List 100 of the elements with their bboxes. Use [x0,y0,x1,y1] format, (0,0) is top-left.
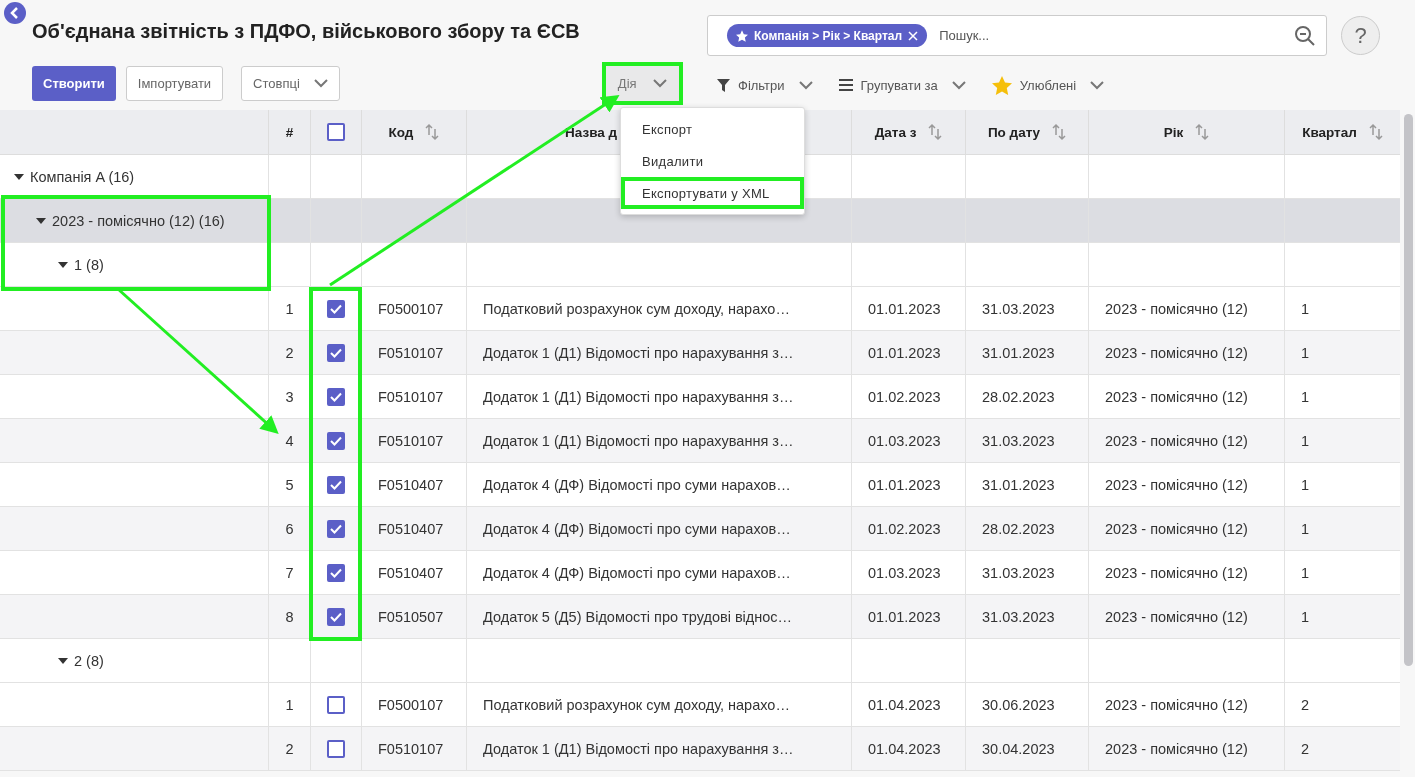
table-cell: Податковий розрахунок сум доходу, нарахо… [466,287,851,330]
table-cell: 2023 - помісячно (12) [1088,551,1284,594]
search-field[interactable]: Компанія > Рік > Квартал Пошук... [707,15,1327,56]
filters-button[interactable]: Фільтри [717,73,813,97]
table-cell: F0510107 [361,727,466,770]
chevron-down-icon [951,80,966,90]
table-cell: 2023 - помісячно (12) [1088,595,1284,638]
checkbox[interactable] [327,739,345,758]
column-header[interactable]: Код [361,110,466,154]
table-cell: 01.01.2023 [851,595,965,638]
star-icon [991,75,1012,95]
table-cell: 6 [268,507,310,550]
table-cell: Додаток 4 (ДФ) Відомості про суми нарахов… [466,551,851,594]
caret-down-icon[interactable] [14,171,24,182]
table-cell: F0510507 [361,595,466,638]
table-cell: 2023 - помісячно (12) [1088,683,1284,726]
table-cell: 31.03.2023 [965,287,1088,330]
checkbox[interactable] [327,475,345,494]
table-cell: 01.03.2023 [851,551,965,594]
table-cell: 2023 - помісячно (12) [1088,375,1284,418]
checkbox[interactable] [327,431,345,450]
table-cell: Податковий розрахунок сум доходу, нарахо… [466,683,851,726]
table-cell: 1 [268,287,310,330]
table-cell: F0510107 [361,375,466,418]
table-cell: F0500107 [361,683,466,726]
help-button[interactable]: ? [1341,16,1380,55]
table-cell: 01.04.2023 [851,683,965,726]
caret-down-icon[interactable] [36,215,46,226]
checkbox[interactable] [327,343,345,362]
table-cell: 01.02.2023 [851,375,965,418]
columns-button[interactable]: Стовпці [241,66,340,101]
table-cell: 01.01.2023 [851,287,965,330]
checkbox[interactable] [327,607,345,626]
checkbox[interactable] [327,299,345,318]
table-cell: 1 [1284,375,1400,418]
table-cell: F0500107 [361,287,466,330]
chevron-left-icon [9,7,21,19]
table-cell: 2 [268,331,310,374]
group-row-label[interactable]: 2 (8) [0,639,268,682]
back-button[interactable] [4,2,26,24]
page-title: Об'єднана звітність з ПДФО, військового збору та ЄСВ [32,20,581,44]
table-cell: 31.03.2023 [965,551,1088,594]
chevron-down-icon [798,80,813,90]
table-cell: F0510407 [361,551,466,594]
chevron-down-icon [313,79,328,88]
search-icon[interactable] [1294,24,1316,47]
table-cell: 1 [1284,551,1400,594]
group-row-label[interactable]: 2023 - помісячно (12) (16) [0,199,268,242]
table-cell: 2 [268,727,310,770]
table-cell: Додаток 1 (Д1) Відомості про нарахування з… [466,727,851,770]
filter-icon [717,78,730,92]
column-header[interactable]: По дату [965,110,1088,154]
table-cell: Додаток 5 (Д5) Відомості про трудові віднос… [466,595,851,638]
create-button[interactable]: Створити [32,66,116,101]
group-row-label[interactable]: Компанія A (16) [0,155,268,198]
checkbox[interactable] [327,695,345,714]
table-cell: 31.03.2023 [965,595,1088,638]
table-cell: Додаток 4 (ДФ) Відомості про суми нарахов… [466,507,851,550]
table-cell: 01.01.2023 [851,463,965,506]
table-cell: 7 [268,551,310,594]
scrollbar[interactable] [1404,114,1413,666]
column-header[interactable]: Рік [1088,110,1284,154]
column-header[interactable]: Дата з [851,110,965,154]
import-button[interactable]: Імпортувати [125,66,224,101]
caret-down-icon[interactable] [58,259,68,270]
table-cell: 1 [268,683,310,726]
table-cell: 1 [1284,507,1400,550]
table-cell: 1 [1284,463,1400,506]
table-cell: 1 [1284,331,1400,374]
menu-item[interactable]: Експортувати у XML [621,177,804,209]
facet-tag[interactable]: Компанія > Рік > Квартал [727,24,928,47]
star-icon [736,29,748,42]
table-cell: 2 [1284,727,1400,770]
table-cell: F0510107 [361,419,466,462]
favorites-button[interactable]: Улюблені [991,73,1105,97]
group-by-button[interactable]: Групувати за [838,73,966,97]
checkbox[interactable] [327,563,345,582]
menu-item[interactable]: Експорт [621,113,804,145]
table-cell: 1 [1284,287,1400,330]
chevron-down-icon [652,79,667,88]
close-icon[interactable] [908,30,919,41]
table-cell: 28.02.2023 [965,507,1088,550]
checkbox[interactable] [327,387,345,406]
table-cell: 01.03.2023 [851,419,965,462]
caret-down-icon[interactable] [58,655,68,666]
table-cell: 4 [268,419,310,462]
table-cell: Додаток 1 (Д1) Відомості про нарахування з… [466,375,851,418]
table-cell: 2023 - помісячно (12) [1088,419,1284,462]
checkbox[interactable] [327,123,345,141]
table-cell: 5 [268,463,310,506]
checkbox[interactable] [327,519,345,538]
table-cell: 31.01.2023 [965,331,1088,374]
table-cell: 2023 - помісячно (12) [1088,507,1284,550]
table-cell: 01.02.2023 [851,507,965,550]
table-cell: 28.02.2023 [965,375,1088,418]
table-cell: Додаток 4 (ДФ) Відомості про суми нарахов… [466,463,851,506]
column-header[interactable]: # [268,110,310,154]
column-header[interactable]: Квартал [1284,110,1400,154]
table-cell: 01.01.2023 [851,331,965,374]
group-row-label[interactable]: 1 (8) [0,243,268,286]
